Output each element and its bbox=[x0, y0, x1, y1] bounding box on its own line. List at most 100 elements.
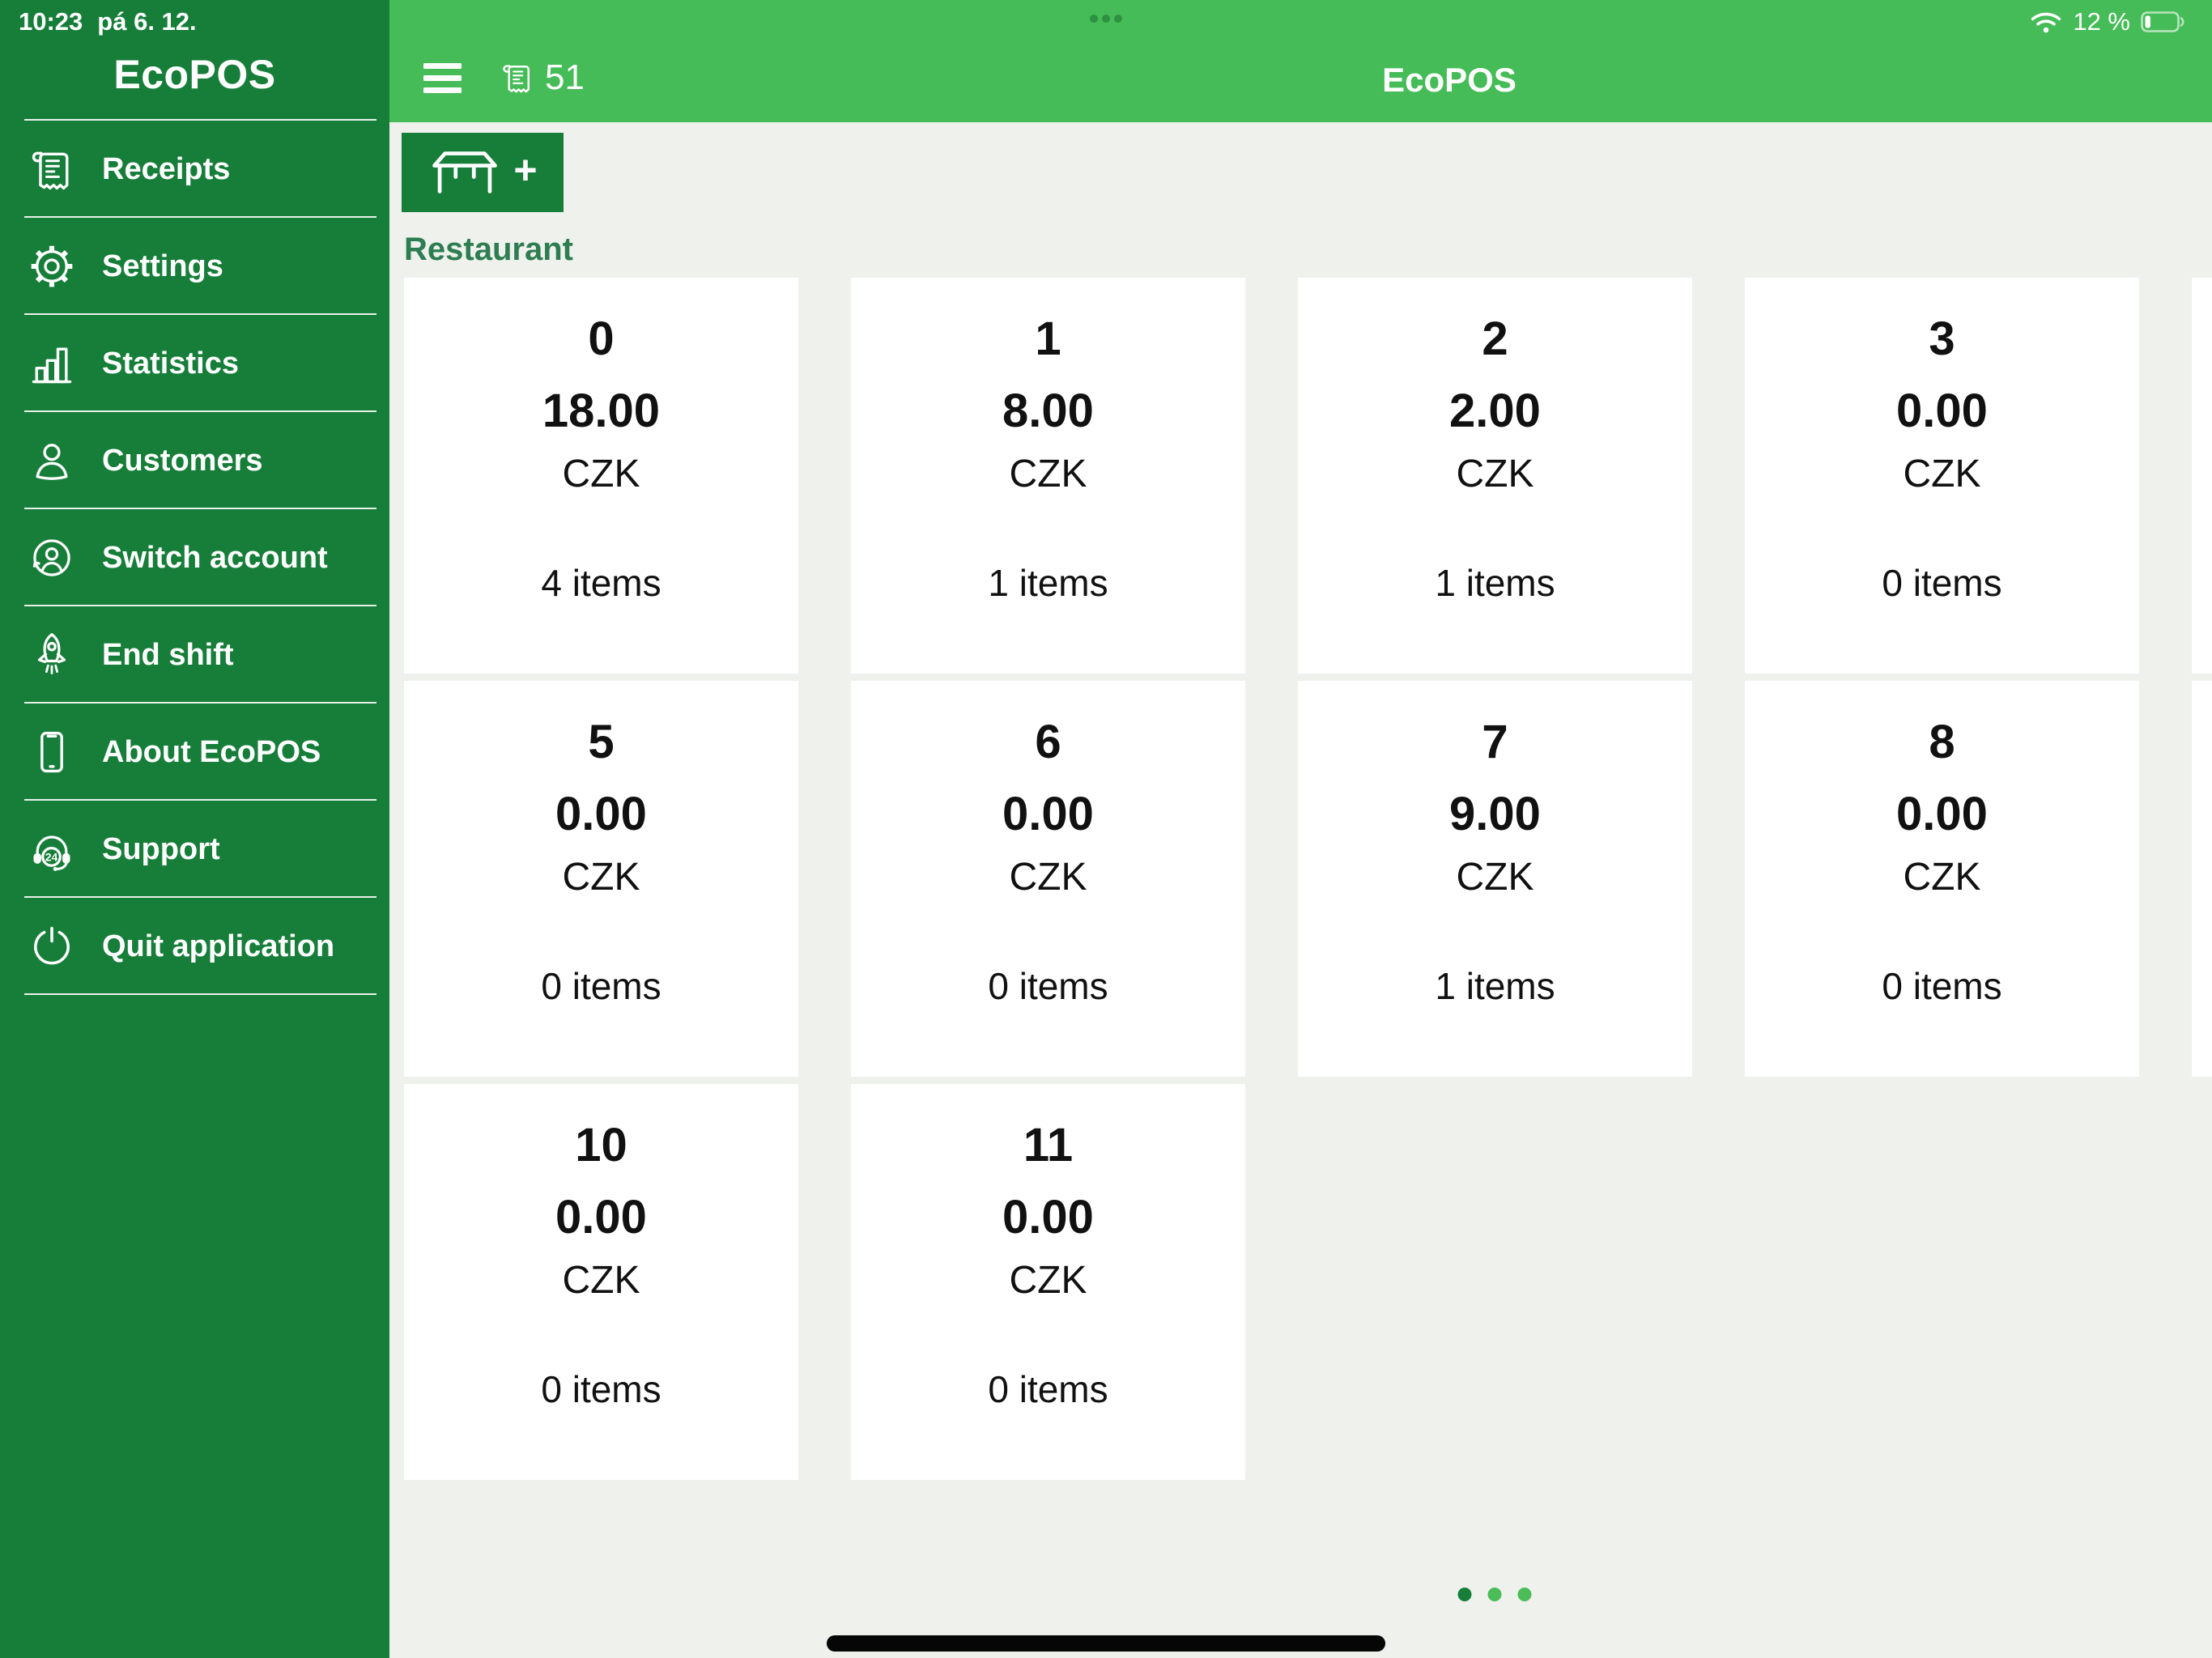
table-items-count: 0 items bbox=[988, 1368, 1108, 1410]
page-dot-1[interactable] bbox=[1457, 1588, 1472, 1601]
sidebar-item-about-ecopos[interactable]: About EcoPOS bbox=[0, 704, 389, 801]
battery-percentage: 12 % bbox=[2073, 7, 2130, 36]
bar-chart-icon bbox=[27, 338, 77, 389]
table-items-count: 1 items bbox=[1435, 965, 1555, 1007]
power-icon bbox=[27, 921, 77, 971]
page-dot-3[interactable] bbox=[1517, 1588, 1532, 1601]
sidebar-app-title: EcoPOS bbox=[113, 52, 276, 97]
table-items-count: 0 items bbox=[988, 965, 1108, 1007]
section-label: Restaurant bbox=[404, 232, 573, 267]
table-amount: 0.00 bbox=[1896, 385, 1988, 437]
table-card-partial[interactable] bbox=[2192, 278, 2212, 674]
sidebar-item-quit[interactable]: Quit application bbox=[0, 898, 389, 995]
sidebar-item-settings[interactable]: Settings bbox=[0, 218, 389, 315]
sidebar-item-customers[interactable]: Customers bbox=[0, 412, 389, 509]
table-amount: 0.00 bbox=[1002, 788, 1094, 840]
table-card-partial[interactable] bbox=[2192, 681, 2212, 1077]
table-amount: 2.00 bbox=[1449, 385, 1541, 437]
status-time: 10:23 bbox=[19, 7, 83, 36]
switch-user-icon bbox=[27, 533, 77, 583]
page-dot-2[interactable] bbox=[1487, 1588, 1502, 1601]
table-number: 11 bbox=[1023, 1119, 1074, 1171]
sidebar-item-label: Receipts bbox=[102, 151, 231, 186]
table-icon bbox=[428, 148, 502, 197]
sidebar-item-support[interactable]: 24 Support bbox=[0, 801, 389, 898]
table-amount: 0.00 bbox=[555, 788, 647, 840]
top-navigation-bar: 51 EcoPOS bbox=[389, 0, 2212, 122]
table-items-count: 1 items bbox=[1435, 562, 1555, 604]
battery-low-icon bbox=[2141, 11, 2186, 33]
table-card-7[interactable]: 7 9.00 CZK 1 items bbox=[1298, 681, 1692, 1077]
sidebar-item-receipts[interactable]: Receipts bbox=[0, 121, 389, 218]
table-items-count: 4 items bbox=[541, 562, 661, 604]
table-card-11[interactable]: 11 0.00 CZK 0 items bbox=[851, 1084, 1245, 1480]
page-indicator bbox=[1457, 1588, 1532, 1601]
sidebar-item-label: Statistics bbox=[102, 346, 239, 380]
plus-icon: + bbox=[513, 147, 538, 193]
table-currency: CZK bbox=[1009, 1259, 1087, 1302]
table-number: 7 bbox=[1482, 716, 1508, 768]
status-bar-right: 12 % bbox=[2030, 8, 2186, 36]
rocket-icon bbox=[27, 630, 77, 680]
table-number: 1 bbox=[1035, 312, 1061, 365]
wifi-icon bbox=[2030, 10, 2062, 34]
table-card-10[interactable]: 10 0.00 CZK 0 items bbox=[404, 1084, 798, 1480]
person-icon bbox=[27, 436, 77, 486]
sidebar-item-end-shift[interactable]: End shift bbox=[0, 606, 389, 704]
table-items-count: 0 items bbox=[541, 1368, 661, 1410]
table-card-5[interactable]: 5 0.00 CZK 0 items bbox=[404, 681, 798, 1077]
sidebar-item-label: End shift bbox=[102, 637, 234, 672]
gear-icon bbox=[27, 241, 77, 291]
table-currency: CZK bbox=[1903, 856, 1981, 899]
sidebar-item-statistics[interactable]: Statistics bbox=[0, 315, 389, 412]
table-card-1[interactable]: 1 8.00 CZK 1 items bbox=[851, 278, 1245, 674]
receipts-count-chip[interactable]: 51 bbox=[500, 58, 585, 97]
receipt-icon bbox=[500, 58, 535, 97]
table-number: 2 bbox=[1482, 312, 1508, 365]
table-currency: CZK bbox=[562, 856, 640, 899]
sidebar-item-label: Quit application bbox=[102, 929, 335, 963]
status-bar-left: 10:23 pá 6. 12. bbox=[19, 8, 197, 36]
table-number: 3 bbox=[1929, 312, 1955, 365]
table-currency: CZK bbox=[1456, 453, 1534, 495]
table-items-count: 0 items bbox=[541, 965, 661, 1007]
table-card-3[interactable]: 3 0.00 CZK 0 items bbox=[1745, 278, 2139, 674]
sidebar-item-label: Switch account bbox=[102, 540, 328, 575]
svg-text:24: 24 bbox=[45, 851, 58, 864]
table-card-6[interactable]: 6 0.00 CZK 0 items bbox=[851, 681, 1245, 1077]
table-card-8[interactable]: 8 0.00 CZK 0 items bbox=[1745, 681, 2139, 1077]
table-number: 0 bbox=[588, 312, 615, 365]
table-card-0[interactable]: 0 18.00 CZK 4 items bbox=[404, 278, 798, 674]
table-number: 5 bbox=[588, 716, 615, 768]
sidebar-menu: Receipts Settings Statistics Customers S… bbox=[0, 121, 389, 995]
page-title: EcoPOS bbox=[1382, 61, 1516, 99]
table-card-2[interactable]: 2 2.00 CZK 1 items bbox=[1298, 278, 1692, 674]
table-currency: CZK bbox=[1009, 453, 1087, 495]
table-currency: CZK bbox=[1009, 856, 1087, 899]
receipt-count: 51 bbox=[545, 57, 585, 97]
table-items-count: 1 items bbox=[988, 562, 1108, 604]
table-amount: 8.00 bbox=[1002, 385, 1094, 437]
multitask-indicator[interactable] bbox=[1090, 15, 1122, 23]
table-amount: 9.00 bbox=[1449, 788, 1541, 840]
hamburger-menu-icon[interactable] bbox=[423, 63, 462, 93]
add-table-button[interactable]: + bbox=[402, 133, 564, 212]
sidebar-item-label: About EcoPOS bbox=[102, 734, 321, 769]
sidebar-item-label: Customers bbox=[102, 443, 263, 478]
status-date: pá 6. 12. bbox=[97, 7, 197, 36]
tables-content-area: + Restaurant 0 18.00 CZK 4 items 1 8.00 CZK 1 i… bbox=[389, 122, 2212, 1658]
table-number: 8 bbox=[1929, 716, 1955, 768]
table-number: 6 bbox=[1035, 716, 1061, 768]
table-amount: 18.00 bbox=[542, 385, 661, 437]
table-items-count: 0 items bbox=[1882, 965, 2002, 1007]
table-currency: CZK bbox=[1903, 453, 1981, 495]
sidebar: 10:23 pá 6. 12. EcoPOS Receipts Settings… bbox=[0, 0, 389, 1658]
receipt-icon bbox=[27, 144, 77, 194]
sidebar-item-label: Settings bbox=[102, 249, 223, 283]
table-currency: CZK bbox=[1456, 856, 1534, 899]
table-amount: 0.00 bbox=[1896, 788, 1988, 840]
table-currency: CZK bbox=[562, 453, 640, 495]
sidebar-item-label: Support bbox=[102, 831, 220, 866]
sidebar-item-switch-account[interactable]: Switch account bbox=[0, 509, 389, 606]
home-indicator[interactable] bbox=[827, 1635, 1385, 1652]
